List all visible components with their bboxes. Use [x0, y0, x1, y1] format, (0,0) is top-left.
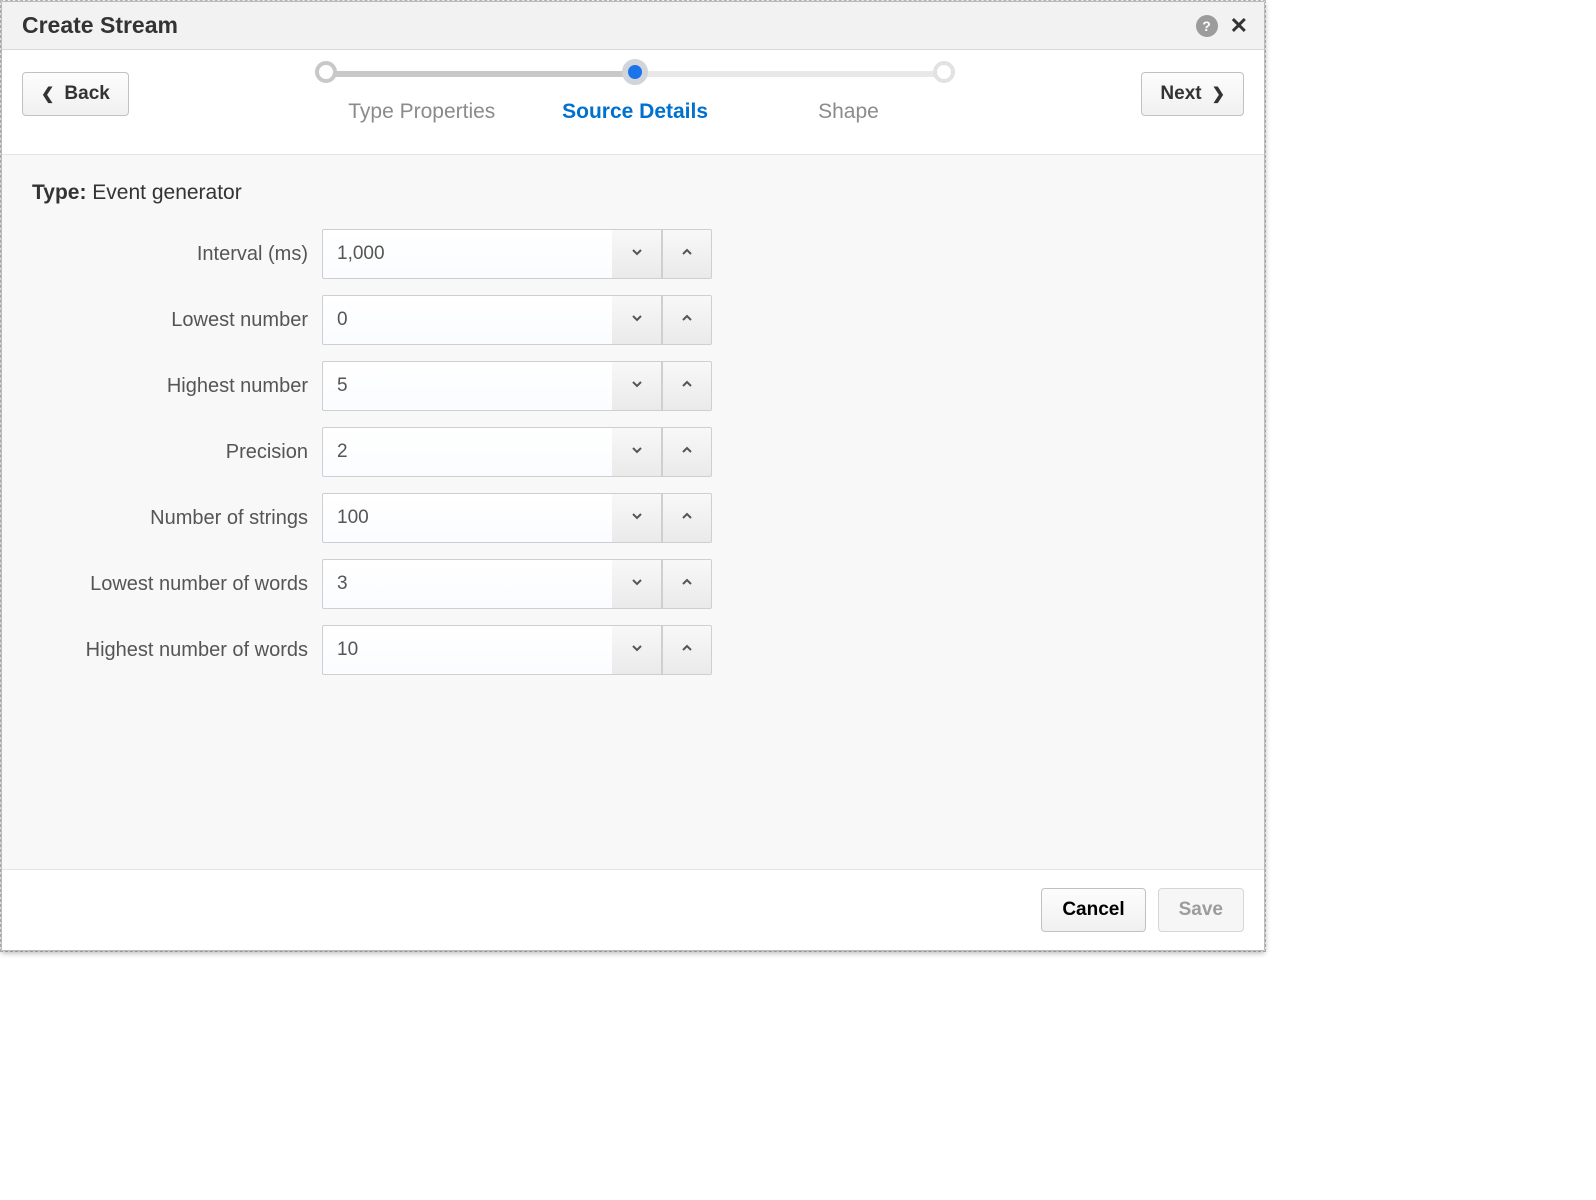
stepper-track-upcoming [635, 71, 941, 77]
step-dot-source-details[interactable] [622, 59, 648, 85]
chevron-down-icon [629, 244, 645, 265]
chevron-up-icon [679, 376, 695, 397]
chevron-up-icon [679, 574, 695, 595]
number-input[interactable] [322, 625, 612, 675]
decrement-button[interactable] [612, 295, 662, 345]
number-spinner [322, 427, 712, 477]
chevron-down-icon [629, 640, 645, 661]
save-button[interactable]: Save [1158, 888, 1244, 932]
number-input[interactable] [322, 295, 612, 345]
dialog-title: Create Stream [22, 12, 178, 39]
step-label-type-properties[interactable]: Type Properties [315, 100, 528, 124]
form-grid: Interval (ms) Lowest number Highest number… [32, 229, 1234, 675]
decrement-button[interactable] [612, 427, 662, 477]
dialog-body: Type: Event generator Interval (ms) Lowes… [2, 155, 1264, 869]
chevron-right-icon: ❯ [1212, 84, 1225, 104]
decrement-button[interactable] [612, 361, 662, 411]
number-spinner [322, 559, 712, 609]
cancel-button[interactable]: Cancel [1041, 888, 1145, 932]
type-line: Type: Event generator [32, 181, 1234, 205]
increment-button[interactable] [662, 427, 712, 477]
chevron-up-icon [679, 508, 695, 529]
chevron-down-icon [629, 310, 645, 331]
increment-button[interactable] [662, 625, 712, 675]
next-button-label: Next [1160, 83, 1201, 105]
decrement-button[interactable] [612, 493, 662, 543]
increment-button[interactable] [662, 229, 712, 279]
chevron-up-icon [679, 442, 695, 463]
increment-button[interactable] [662, 493, 712, 543]
type-label: Type: [32, 181, 86, 204]
number-spinner [322, 361, 712, 411]
chevron-left-icon: ❮ [41, 84, 54, 104]
type-value: Event generator [92, 181, 241, 204]
number-input[interactable] [322, 361, 612, 411]
field-label: Interval (ms) [32, 243, 322, 266]
chevron-up-icon [679, 244, 695, 265]
decrement-button[interactable] [612, 229, 662, 279]
create-stream-dialog: Create Stream ? ✕ ❮ Back Type Properties [1, 1, 1265, 951]
decrement-button[interactable] [612, 625, 662, 675]
number-spinner [322, 493, 712, 543]
number-input[interactable] [322, 493, 612, 543]
stepper: Type Properties Source Details Shape [129, 64, 1142, 124]
decrement-button[interactable] [612, 559, 662, 609]
chevron-up-icon [679, 640, 695, 661]
step-label-source-details[interactable]: Source Details [528, 100, 741, 124]
field-label: Precision [32, 441, 322, 464]
field-label: Highest number [32, 375, 322, 398]
number-input[interactable] [322, 427, 612, 477]
field-label: Lowest number [32, 309, 322, 332]
dialog-header: Create Stream ? ✕ [2, 2, 1264, 50]
field-label: Highest number of words [32, 639, 322, 662]
chevron-down-icon [629, 376, 645, 397]
number-input[interactable] [322, 229, 612, 279]
step-label-shape[interactable]: Shape [742, 100, 955, 124]
field-label: Number of strings [32, 507, 322, 530]
chevron-down-icon [629, 574, 645, 595]
increment-button[interactable] [662, 295, 712, 345]
number-spinner [322, 625, 712, 675]
field-label: Lowest number of words [32, 573, 322, 596]
back-button-label: Back [64, 83, 109, 105]
number-input[interactable] [322, 559, 612, 609]
increment-button[interactable] [662, 559, 712, 609]
back-button[interactable]: ❮ Back [22, 72, 129, 116]
increment-button[interactable] [662, 361, 712, 411]
chevron-down-icon [629, 508, 645, 529]
stepper-track-completed [329, 71, 649, 77]
step-dot-shape[interactable] [933, 61, 955, 83]
wizard-nav: ❮ Back Type Properties Source Details Sh… [2, 50, 1264, 155]
chevron-up-icon [679, 310, 695, 331]
step-dot-type-properties[interactable] [315, 61, 337, 83]
chevron-down-icon [629, 442, 645, 463]
next-button[interactable]: Next ❯ [1141, 72, 1244, 116]
help-icon[interactable]: ? [1196, 15, 1218, 37]
dialog-footer: Cancel Save [2, 869, 1264, 950]
number-spinner [322, 295, 712, 345]
number-spinner [322, 229, 712, 279]
close-icon[interactable]: ✕ [1230, 15, 1248, 37]
